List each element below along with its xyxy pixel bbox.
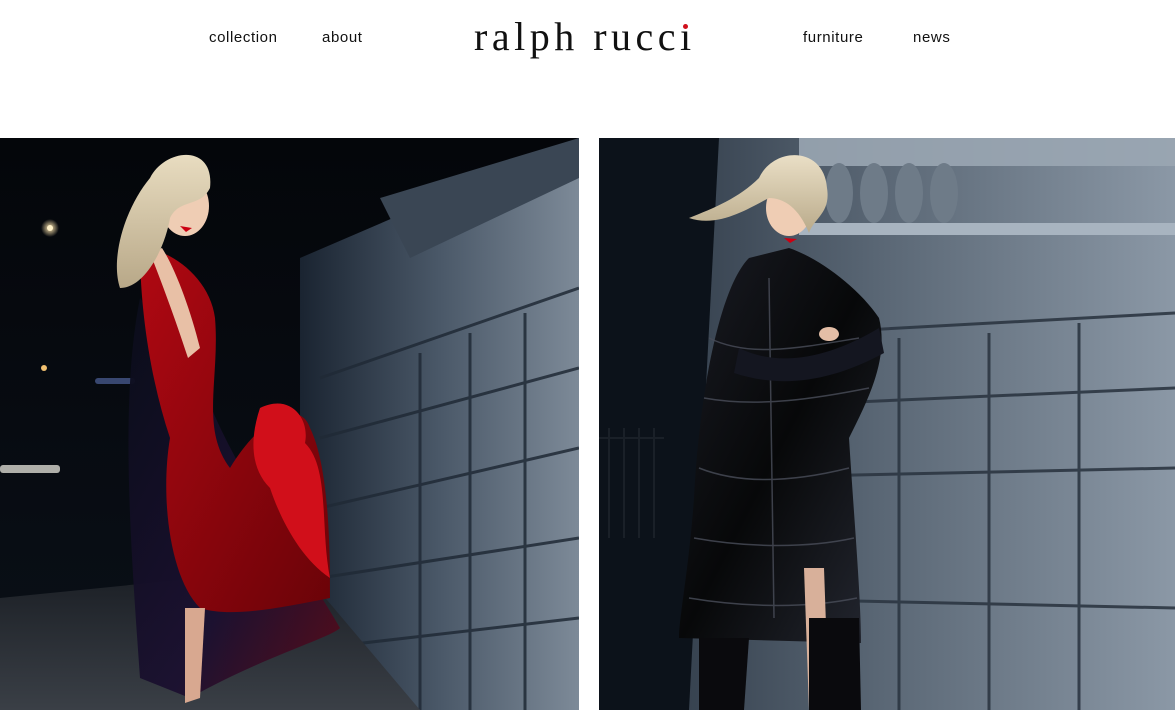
black-coat-photo[interactable] [599, 138, 1175, 710]
site-logo[interactable]: ralph ruccı [474, 12, 696, 62]
red-dress-image [0, 138, 579, 710]
site-header: collection about ralph ruccı furniture n… [0, 0, 1175, 138]
red-dress-photo[interactable] [0, 138, 579, 710]
logo-last-letter: ı [680, 14, 696, 59]
nav-collection-link[interactable]: collection [209, 29, 278, 46]
black-coat-image [599, 138, 1175, 710]
logo-text: ralph rucc [474, 14, 681, 59]
nav-news-link[interactable]: news [913, 29, 950, 46]
nav-about-link[interactable]: about [322, 29, 363, 46]
nav-furniture-link[interactable]: furniture [803, 29, 863, 46]
logo-red-dot [683, 24, 689, 29]
